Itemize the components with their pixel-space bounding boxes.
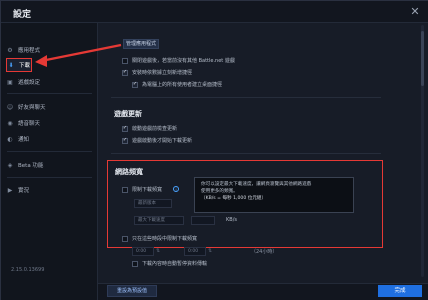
game-updates-title: 遊戲更新 xyxy=(114,110,142,118)
tooltip-line: 使用更多的頻寬。 xyxy=(201,189,238,194)
title-bar: 設定 ✕ xyxy=(1,1,428,23)
manage-apps-button[interactable]: 管理應用程式 xyxy=(123,39,159,49)
close-icon[interactable]: ✕ xyxy=(409,6,421,18)
sidebar-item-label: 下載 xyxy=(19,63,31,69)
checkbox-checked[interactable]: ✓ xyxy=(122,125,128,132)
checkbox[interactable] xyxy=(132,260,138,267)
checkbox-checked[interactable]: ✓ xyxy=(122,137,128,144)
stream-icon: ▶ xyxy=(7,186,13,194)
section-divider xyxy=(111,97,381,98)
done-button[interactable]: 完成 xyxy=(378,285,422,297)
option-row[interactable]: ✓ 為電腦上的所有使用者建立桌面捷徑 xyxy=(132,81,222,88)
beta-icon: ◈ xyxy=(7,161,13,169)
option-row[interactable]: ✓ 安裝時依數據立刻新增捷徑 xyxy=(122,69,192,76)
checkbox-checked[interactable]: ✓ xyxy=(132,81,138,88)
sidebar-item-voice-chat[interactable]: ◉ 語音聊天 xyxy=(6,116,94,130)
tooltip-line: （KB/s = 每秒 1,000 位元組） xyxy=(201,196,267,201)
option-label: 關閉遊戲後，若當前沒有其他 Battle.net 遊戲 xyxy=(132,58,235,64)
sidebar-item-label: 應用程式 xyxy=(18,48,41,54)
time-separator: ⇅ xyxy=(156,248,161,254)
checkbox[interactable] xyxy=(122,235,128,242)
voice-chat-icon: ◉ xyxy=(7,119,13,127)
checkbox-checked[interactable]: ✓ xyxy=(122,69,128,76)
version-label: 2.15.0.13699 xyxy=(11,267,45,273)
time-to-field[interactable]: 0:00 xyxy=(184,247,206,256)
schedule-limit-row[interactable]: 只在這些時段中限制下載頻寬 xyxy=(122,235,197,242)
checkbox[interactable] xyxy=(122,57,128,64)
sidebar-item-downloads[interactable]: ⬇ 下載 xyxy=(6,58,32,72)
option-row[interactable]: ✓ 啟動遊戲前檢查更新 xyxy=(122,125,177,132)
sidebar-item-label: 遊戲設定 xyxy=(18,80,41,86)
option-label: 安裝時依數據立刻新增捷徑 xyxy=(132,70,193,76)
bandwidth-tooltip: 你可以設定最大下載速度，讓網頁瀏覽與其他網路遊戲 使用更多的頻寬。 （KB/s … xyxy=(194,177,354,213)
app-icon: ⚙ xyxy=(7,46,13,54)
option-label: 只在這些時段中限制下載頻寬 xyxy=(132,236,198,242)
sidebar-item-apps[interactable]: ⚙ 應用程式 xyxy=(6,43,94,57)
game-settings-icon: ▣ xyxy=(7,78,13,86)
settings-window: 設定 ✕ ⚙ 應用程式 ⬇ 下載 ▣ 遊戲設定 ☺ 好友與聊天 ◉ 語音聊天 ◐… xyxy=(0,0,428,300)
sidebar-item-label: 語音聊天 xyxy=(18,121,41,127)
sidebar-item-notifications[interactable]: ◐ 通知 xyxy=(6,132,94,146)
sidebar-divider xyxy=(7,151,92,152)
sidebar-item-beta[interactable]: ◈ Beta 功能 xyxy=(6,158,94,172)
friends-chat-icon: ☺ xyxy=(6,103,14,111)
sidebar-divider xyxy=(7,177,92,178)
sidebar-item-friends-chat[interactable]: ☺ 好友與聊天 xyxy=(6,100,94,114)
time-from-field[interactable]: 0:00 xyxy=(132,247,154,256)
sidebar-item-label: Beta 功能 xyxy=(18,163,44,169)
option-label: 為電腦上的所有使用者建立桌面捷徑 xyxy=(142,82,223,88)
option-label: 啟動遊戲前檢查更新 xyxy=(132,126,178,132)
sidebar-divider xyxy=(7,93,92,94)
notification-icon: ◐ xyxy=(7,135,13,143)
reset-defaults-button[interactable]: 重設為預設值 xyxy=(107,285,157,297)
scrollbar-thumb[interactable] xyxy=(421,31,424,86)
settings-sidebar: ⚙ 應用程式 ⬇ 下載 ▣ 遊戲設定 ☺ 好友與聊天 ◉ 語音聊天 ◐ 通知 ◈… xyxy=(1,23,98,300)
option-label: 下載內容時自動暫停資料傳輸 xyxy=(142,261,208,267)
section-divider xyxy=(111,153,381,154)
sidebar-item-label: 實況 xyxy=(18,188,30,194)
time-separator: ⇅ xyxy=(208,248,213,254)
download-icon: ⬇ xyxy=(8,61,14,69)
option-label: 遊戲啟動後才開始下載更新 xyxy=(132,138,193,144)
sidebar-item-game-settings[interactable]: ▣ 遊戲設定 xyxy=(6,75,94,89)
option-row[interactable]: ✓ 遊戲啟動後才開始下載更新 xyxy=(122,137,192,144)
tooltip-line: 你可以設定最大下載速度，讓網頁瀏覽與其他網路遊戲 xyxy=(201,182,312,187)
sidebar-item-streaming[interactable]: ▶ 實況 xyxy=(6,183,94,197)
sidebar-item-label: 通知 xyxy=(18,137,30,143)
time-hint: （24小時） xyxy=(251,249,278,255)
pause-transfer-row[interactable]: 下載內容時自動暫停資料傳輸 xyxy=(132,260,207,267)
option-row[interactable]: 關閉遊戲後，若當前沒有其他 Battle.net 遊戲 xyxy=(122,57,235,64)
window-title: 設定 xyxy=(13,10,32,20)
sidebar-item-label: 好友與聊天 xyxy=(18,105,46,111)
